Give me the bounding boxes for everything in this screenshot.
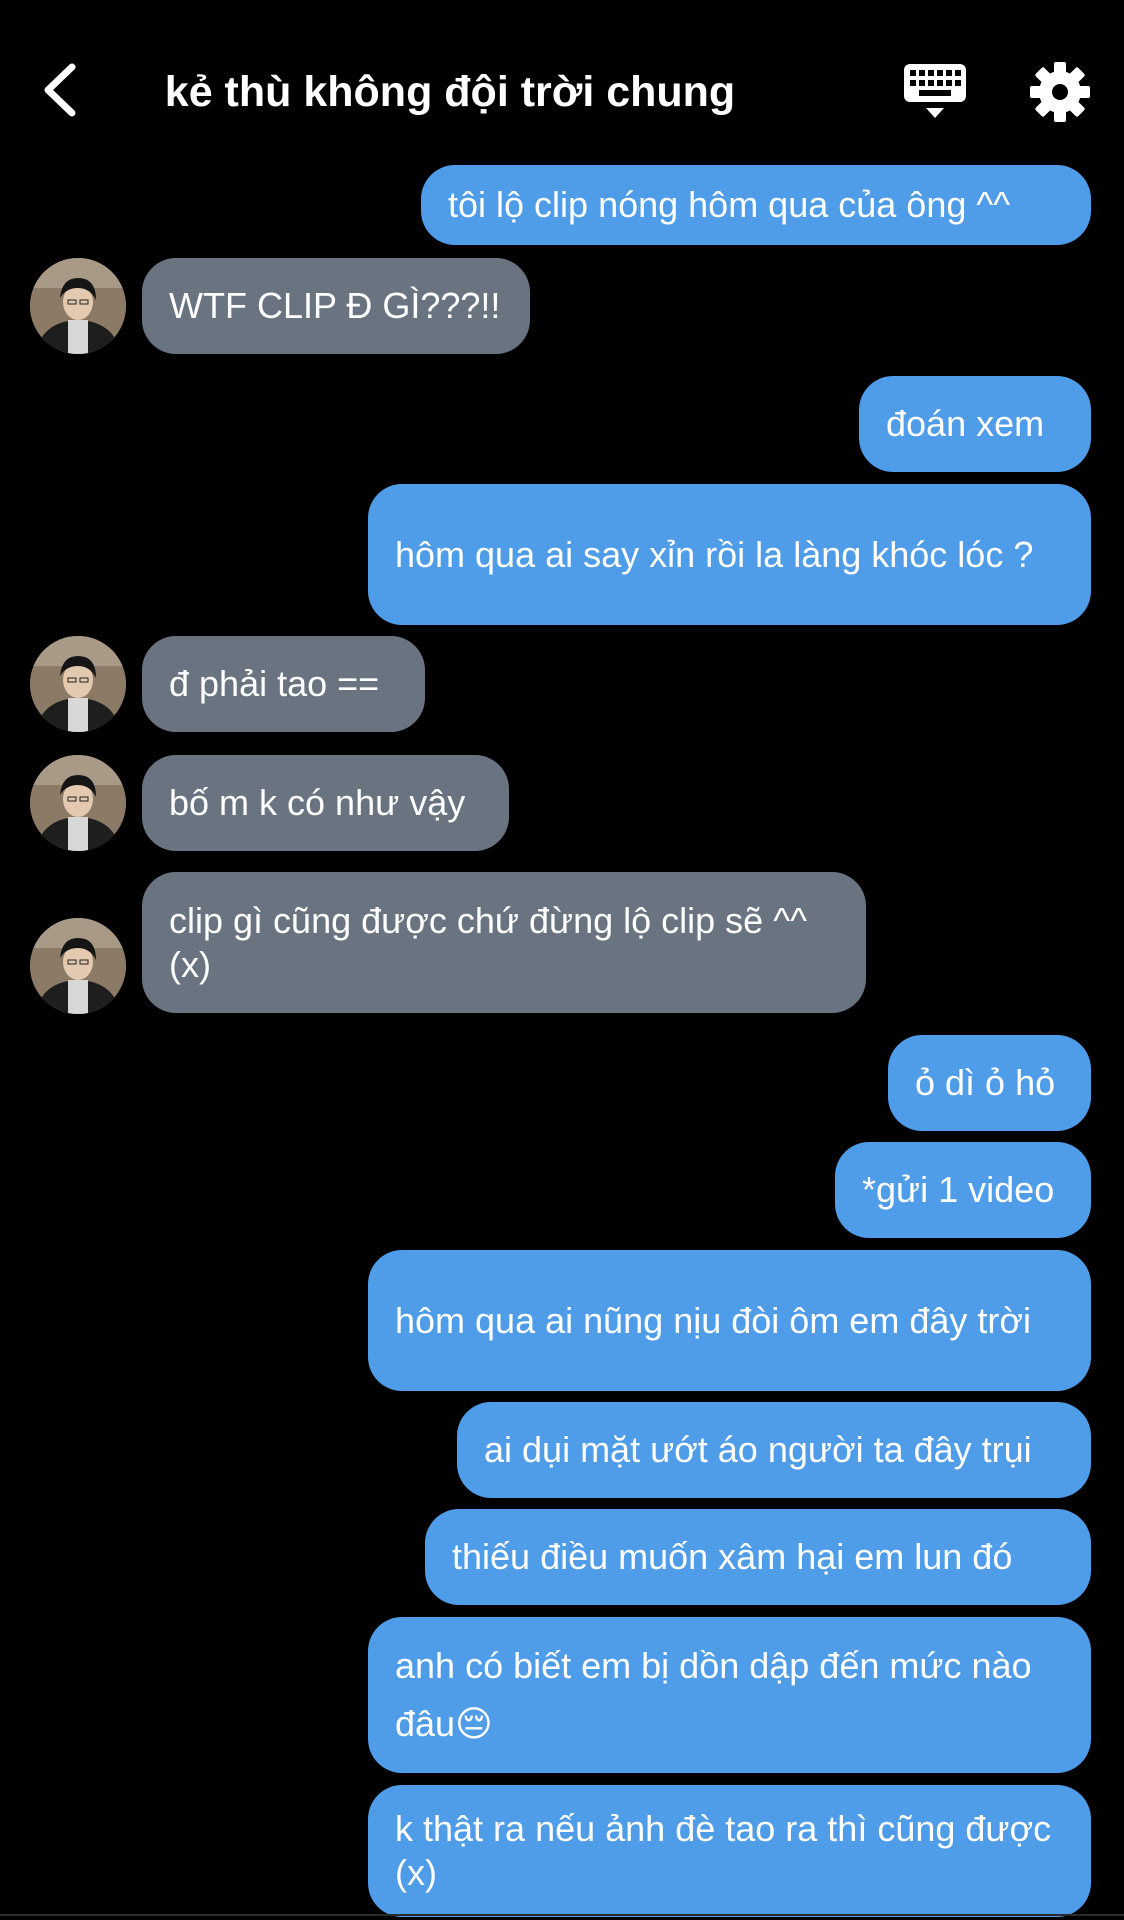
message-bubble[interactable]: tôi lộ clip nóng hôm qua của ông ^^ bbox=[421, 165, 1091, 245]
message-bubble[interactable]: clip gì cũng được chứ đừng lộ clip sẽ ^^… bbox=[142, 872, 866, 1013]
message-bubble[interactable]: hôm qua ai nũng nịu đòi ôm em đây trời bbox=[368, 1250, 1091, 1391]
message-bubble[interactable]: thiếu điều muốn xâm hại em lun đó bbox=[425, 1509, 1091, 1605]
message-text: ai dụi mặt ướt áo người ta đây trụi bbox=[484, 1429, 1032, 1470]
message-bubble[interactable]: bố m k có như vậy bbox=[142, 755, 509, 851]
message-text: k thật ra nếu ảnh đè tao ra thì cũng đượ… bbox=[395, 1808, 1052, 1893]
message-text: đ phải tao == bbox=[169, 663, 380, 704]
message-text: ỏ dì ỏ hỏ bbox=[915, 1062, 1056, 1103]
message-text: tôi lộ clip nóng hôm qua của ông ^^ bbox=[448, 184, 1011, 225]
message-text: anh có biết em bị dồn dập đến mức nào đâ… bbox=[395, 1645, 1032, 1744]
message-text: hôm qua ai say xỉn rồi la làng khóc lóc … bbox=[395, 533, 1034, 575]
message-bubble[interactable]: ỏ dì ỏ hỏ bbox=[888, 1035, 1091, 1131]
divider bbox=[0, 1914, 1124, 1916]
message-list[interactable]: tôi lộ clip nóng hôm qua của ông ^^ WTF … bbox=[0, 0, 1124, 1920]
message-text: bố m k có như vậy bbox=[169, 782, 466, 823]
message-bubble[interactable]: k thật ra nếu ảnh đè tao ra thì cũng đượ… bbox=[368, 1785, 1091, 1917]
avatar[interactable] bbox=[30, 918, 126, 1014]
message-text: *gửi 1 video bbox=[862, 1169, 1055, 1210]
message-bubble[interactable]: *gửi 1 video bbox=[835, 1142, 1091, 1238]
message-bubble[interactable]: ai dụi mặt ướt áo người ta đây trụi bbox=[457, 1402, 1091, 1498]
message-bubble[interactable]: đoán xem bbox=[859, 376, 1091, 472]
message-bubble[interactable]: đ phải tao == bbox=[142, 636, 425, 732]
message-bubble[interactable]: WTF CLIP Đ GÌ???!! bbox=[142, 258, 530, 354]
message-text: hôm qua ai nũng nịu đòi ôm em đây trời bbox=[395, 1299, 1031, 1341]
message-text: clip gì cũng được chứ đừng lộ clip sẽ ^^… bbox=[169, 899, 807, 985]
message-bubble[interactable]: anh có biết em bị dồn dập đến mức nào đâ… bbox=[368, 1617, 1091, 1773]
avatar[interactable] bbox=[30, 636, 126, 732]
message-bubble[interactable]: hôm qua ai say xỉn rồi la làng khóc lóc … bbox=[368, 484, 1091, 625]
message-text: thiếu điều muốn xâm hại em lun đó bbox=[452, 1536, 1013, 1577]
avatar[interactable] bbox=[30, 258, 126, 354]
message-text: WTF CLIP Đ GÌ???!! bbox=[169, 285, 501, 326]
avatar[interactable] bbox=[30, 755, 126, 851]
message-text: đoán xem bbox=[886, 403, 1045, 444]
